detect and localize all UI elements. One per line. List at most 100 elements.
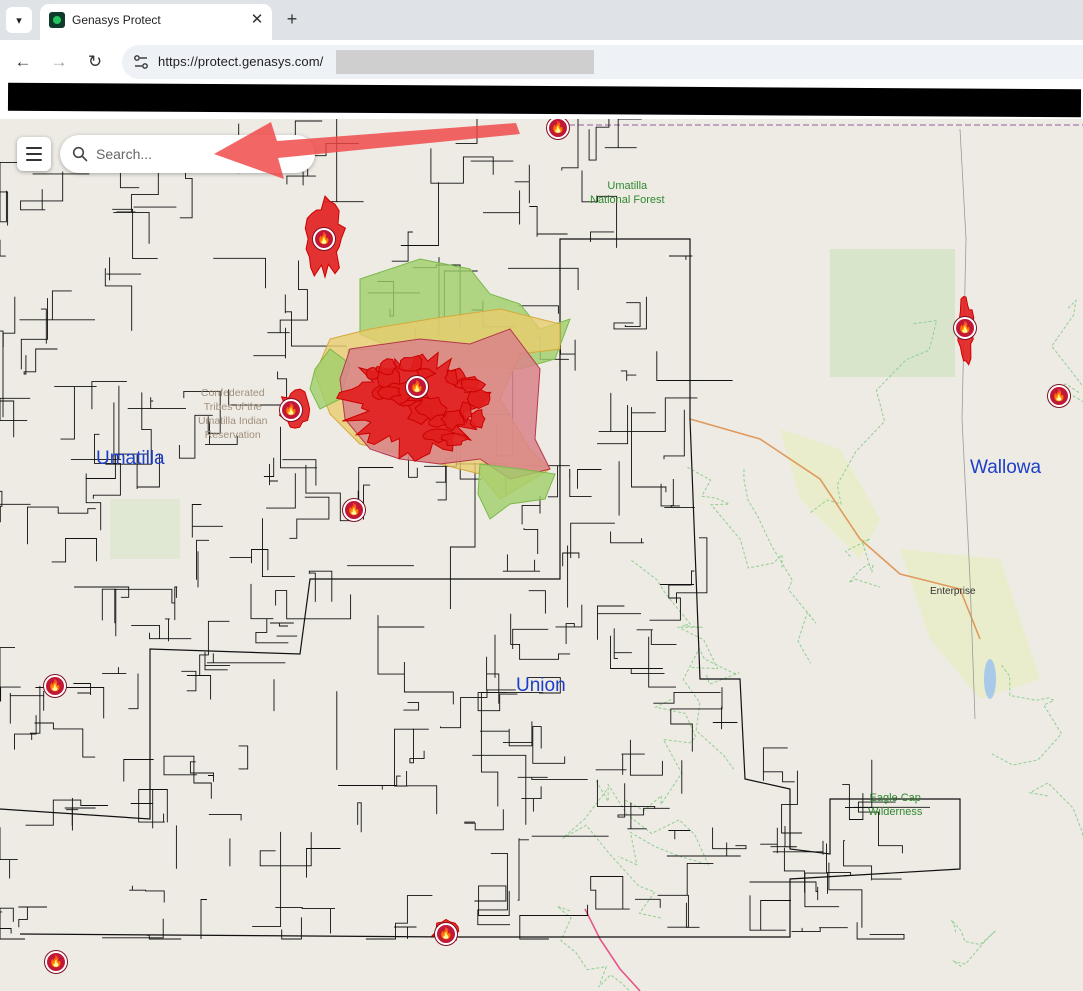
reservation-label-line: Tribes of the bbox=[203, 401, 262, 413]
zone-boundary bbox=[275, 590, 352, 620]
evacuation-zone-green bbox=[477, 463, 556, 520]
forward-button[interactable]: → bbox=[48, 51, 70, 73]
zone-boundary bbox=[529, 206, 568, 237]
forest-boundary bbox=[623, 698, 697, 812]
zone-boundary bbox=[532, 726, 566, 764]
zone-boundary bbox=[179, 167, 193, 219]
zone-boundary bbox=[0, 397, 31, 422]
genasys-favicon-icon bbox=[49, 12, 65, 28]
zone-boundary bbox=[114, 588, 175, 624]
search-icon bbox=[72, 146, 88, 162]
zone-boundary bbox=[668, 830, 691, 840]
zone-boundary bbox=[112, 208, 158, 260]
zone-boundary bbox=[308, 570, 333, 602]
zone-boundary bbox=[186, 620, 230, 700]
zone-boundary bbox=[749, 881, 819, 901]
zone-boundary bbox=[464, 809, 504, 831]
zone-boundary bbox=[164, 618, 170, 642]
zone-boundary bbox=[590, 231, 614, 242]
zone-boundary bbox=[0, 911, 3, 939]
search-input[interactable] bbox=[96, 143, 296, 165]
zone-boundary bbox=[259, 832, 312, 867]
zone-boundary bbox=[91, 381, 127, 410]
zone-boundary bbox=[664, 479, 695, 508]
zone-boundary bbox=[669, 255, 693, 260]
zone-boundary bbox=[191, 504, 223, 538]
menu-button[interactable] bbox=[17, 137, 51, 171]
zone-boundary bbox=[610, 531, 644, 544]
fire-map[interactable]: Umatilla National Forest Confederated Tr… bbox=[0, 119, 1083, 991]
zone-boundary bbox=[238, 745, 249, 770]
fire-marker-icon[interactable]: 🔥 bbox=[954, 317, 976, 339]
tab-search-button[interactable]: ▾ bbox=[6, 7, 32, 33]
fire-marker-icon[interactable]: 🔥 bbox=[435, 923, 457, 945]
fire-marker-icon[interactable]: 🔥 bbox=[280, 399, 302, 421]
county-label-union: Union bbox=[516, 675, 566, 696]
zone-boundary bbox=[610, 635, 665, 675]
menu-icon bbox=[26, 159, 42, 161]
forest-boundary bbox=[950, 919, 996, 968]
zone-boundary bbox=[406, 771, 438, 815]
fire-marker-icon[interactable]: 🔥 bbox=[45, 951, 67, 973]
zone-boundary bbox=[649, 584, 692, 621]
reservation-label-line: Umatilla Indian bbox=[198, 415, 268, 427]
highway bbox=[584, 908, 641, 991]
zone-boundary bbox=[749, 895, 791, 931]
zone-boundary bbox=[783, 847, 806, 893]
zone-boundary bbox=[29, 685, 41, 740]
zone-boundary bbox=[263, 457, 275, 477]
zone-boundary bbox=[663, 409, 685, 460]
zone-boundary bbox=[2, 296, 16, 348]
zone-boundary bbox=[472, 754, 527, 825]
zone-boundary bbox=[266, 473, 296, 509]
wilderness-label: Eagle Cap Wilderness bbox=[868, 791, 922, 819]
zone-boundary bbox=[101, 588, 117, 637]
fire-marker-icon[interactable]: 🔥 bbox=[406, 376, 428, 398]
zone-boundary bbox=[590, 876, 630, 910]
zone-boundary bbox=[620, 370, 637, 381]
zone-boundary bbox=[449, 462, 476, 609]
zone-boundary bbox=[528, 590, 546, 614]
zone-boundary bbox=[51, 538, 97, 563]
forest-boundary bbox=[1028, 782, 1083, 837]
zone-boundary bbox=[477, 692, 518, 712]
zone-boundary bbox=[517, 776, 588, 780]
zone-boundary bbox=[508, 267, 579, 290]
zone-boundary bbox=[523, 528, 539, 554]
zone-boundary bbox=[0, 827, 18, 879]
zone-boundary bbox=[200, 899, 207, 939]
browser-tab[interactable]: Genasys Protect ✕ bbox=[40, 4, 272, 40]
tab-close-icon[interactable]: ✕ bbox=[247, 10, 267, 30]
forest-boundary bbox=[687, 466, 783, 569]
zone-boundary bbox=[474, 885, 510, 916]
zone-boundary bbox=[357, 802, 362, 833]
back-button[interactable]: ← bbox=[12, 51, 34, 73]
forest-area bbox=[830, 249, 955, 377]
zone-boundary bbox=[613, 628, 632, 659]
zone-boundary bbox=[613, 296, 647, 330]
map-canvas[interactable] bbox=[0, 119, 1083, 991]
search-bar[interactable] bbox=[60, 135, 315, 173]
zone-boundary bbox=[18, 906, 47, 928]
zone-boundary bbox=[577, 469, 602, 489]
fire-marker-icon[interactable]: 🔥 bbox=[343, 499, 365, 521]
zone-boundary bbox=[252, 831, 282, 927]
zone-boundary bbox=[400, 182, 439, 246]
zone-boundary bbox=[14, 715, 37, 750]
reload-button[interactable]: ↻ bbox=[84, 51, 106, 73]
county-label-umatilla: Umatilla bbox=[96, 448, 165, 469]
zone-boundary bbox=[517, 838, 529, 901]
zone-boundary bbox=[324, 119, 364, 203]
new-tab-button[interactable]: + bbox=[282, 9, 302, 29]
site-settings-icon[interactable] bbox=[132, 53, 150, 71]
fire-marker-icon[interactable]: 🔥 bbox=[1048, 385, 1070, 407]
fire-marker-icon[interactable]: 🔥 bbox=[44, 675, 66, 697]
zone-boundary bbox=[129, 885, 165, 903]
fire-marker-icon[interactable]: 🔥 bbox=[313, 228, 335, 250]
zone-boundary bbox=[181, 670, 197, 692]
zone-boundary bbox=[40, 308, 47, 344]
zone-boundary bbox=[261, 518, 296, 578]
forest-boundary bbox=[631, 559, 719, 670]
address-bar[interactable]: https://protect.genasys.com/ bbox=[122, 45, 1083, 79]
zone-boundary bbox=[0, 400, 15, 438]
